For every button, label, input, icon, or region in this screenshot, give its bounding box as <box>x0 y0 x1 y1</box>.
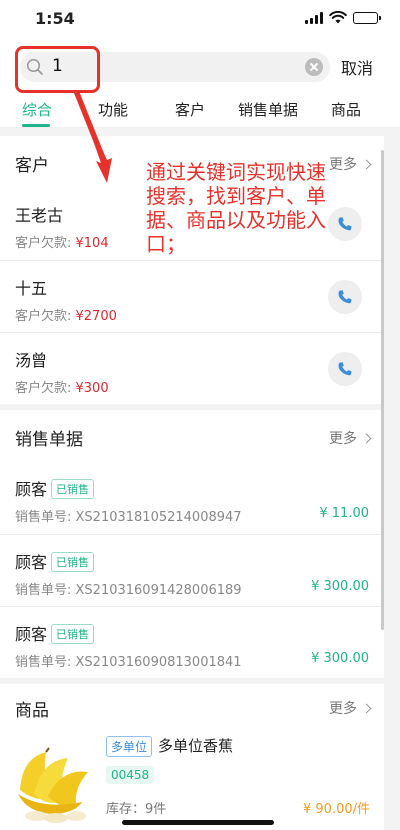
sales-orders-section: 销售单据 更多 顾客 已销售 销售单号: XS210318105214008947… <box>0 410 384 678</box>
clear-icon[interactable] <box>305 58 323 76</box>
banana-image <box>18 747 88 823</box>
order-number: 销售单号: XS210316090813001841 <box>15 655 242 670</box>
section-title: 客户 <box>15 156 49 176</box>
tab-functions[interactable]: 功能 <box>98 99 128 120</box>
order-customer-name: 顾客 已销售 <box>15 621 95 645</box>
products-section: 商品 更多 多单位 多单位香蕉 00458 库存：9件 ¥ 90.00/件 <box>0 684 384 830</box>
status-badge: 已销售 <box>51 624 95 644</box>
tab-active-indicator <box>22 124 50 127</box>
cancel-button[interactable]: 取消 <box>341 55 373 79</box>
status-icons <box>305 11 381 24</box>
annotation-text: 通过关键词实现快速搜索，找到客户、单据、商品以及功能入口； <box>146 160 326 256</box>
sales-orders-header: 销售单据 更多 <box>0 410 384 462</box>
sales-order-row[interactable]: 顾客 已销售 销售单号: XS210316090813001841 ¥ 300.0… <box>0 606 384 678</box>
status-time: 1:54 <box>35 9 75 28</box>
more-sales-orders-link[interactable]: 更多 <box>329 428 370 448</box>
product-row[interactable]: 多单位 多单位香蕉 00458 库存：9件 ¥ 90.00/件 <box>0 728 384 828</box>
customer-row[interactable]: 十五 客户欠款: ¥2700 <box>0 260 384 332</box>
customer-debt: 客户欠款: ¥300 <box>15 381 109 396</box>
battery-icon <box>353 11 381 24</box>
home-indicator[interactable] <box>122 820 274 825</box>
customer-name: 汤曾 <box>15 351 48 370</box>
status-badge: 已销售 <box>51 479 95 499</box>
customer-debt: 客户欠款: ¥2700 <box>15 309 117 324</box>
product-stock: 库存：9件 <box>106 802 167 817</box>
customer-row[interactable]: 汤曾 客户欠款: ¥300 <box>0 332 384 404</box>
phone-icon[interactable] <box>328 280 362 314</box>
order-customer-name: 顾客 已销售 <box>15 549 95 573</box>
order-number: 销售单号: XS210318105214008947 <box>15 510 242 525</box>
tab-customers[interactable]: 客户 <box>175 99 205 120</box>
unit-badge: 多单位 <box>106 736 153 757</box>
product-name: 多单位香蕉 <box>158 737 234 755</box>
sales-order-row[interactable]: 顾客 已销售 销售单号: XS210318105214008947 ¥ 11.00 <box>0 462 384 534</box>
tab-all[interactable]: 综合 <box>22 99 52 120</box>
order-amount: ¥ 300.00 <box>311 579 369 594</box>
signal-icon <box>305 11 323 24</box>
status-badge: 已销售 <box>51 552 95 572</box>
order-amount: ¥ 300.00 <box>311 651 369 666</box>
order-customer-name: 顾客 已销售 <box>15 476 95 500</box>
tab-products[interactable]: 商品 <box>331 99 361 120</box>
search-highlight-box <box>15 46 100 93</box>
scrollbar[interactable] <box>381 150 384 630</box>
product-price: ¥ 90.00/件 <box>303 802 370 817</box>
product-code-badge: 00458 <box>106 766 155 784</box>
status-bar: 1:54 <box>0 0 400 38</box>
products-header: 商品 更多 <box>0 684 384 728</box>
more-products-link[interactable]: 更多 <box>329 698 370 718</box>
customer-name: 十五 <box>15 279 48 298</box>
phone-icon[interactable] <box>328 352 362 386</box>
tab-bar: 综合 功能 客户 销售单据 商品 <box>0 92 400 128</box>
customer-debt: 客户欠款: ¥104 <box>15 236 109 251</box>
wifi-icon <box>329 11 347 24</box>
order-amount: ¥ 11.00 <box>319 506 369 521</box>
customer-name: 王老古 <box>15 206 64 225</box>
section-title: 销售单据 <box>15 430 83 450</box>
order-number: 销售单号: XS210316091428006189 <box>15 583 242 598</box>
tab-sales-orders[interactable]: 销售单据 <box>238 99 298 120</box>
sales-order-row[interactable]: 顾客 已销售 销售单号: XS210316091428006189 ¥ 300.0… <box>0 534 384 606</box>
section-title: 商品 <box>15 701 49 721</box>
